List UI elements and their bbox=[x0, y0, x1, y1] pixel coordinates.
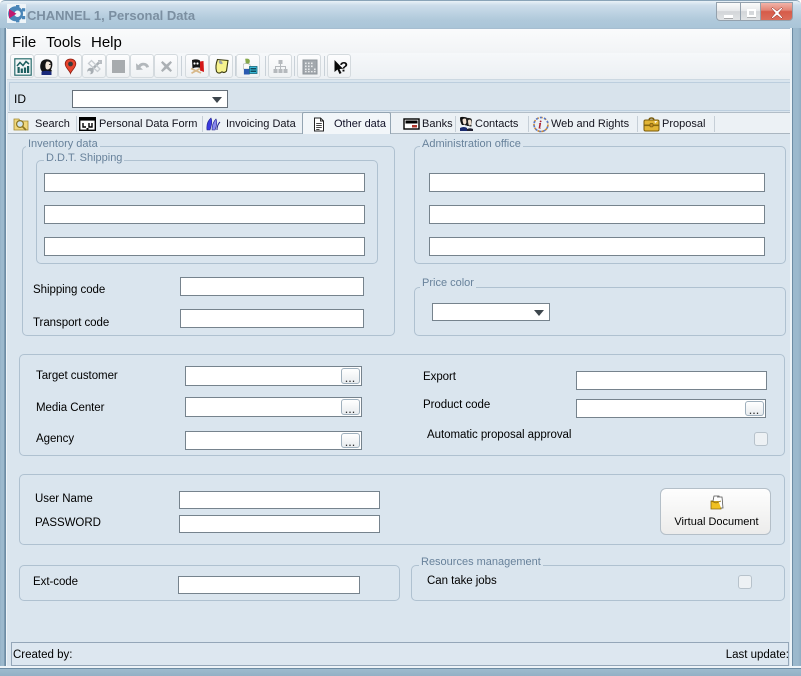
svg-text:i: i bbox=[538, 118, 542, 132]
svg-text:?: ? bbox=[340, 59, 349, 75]
